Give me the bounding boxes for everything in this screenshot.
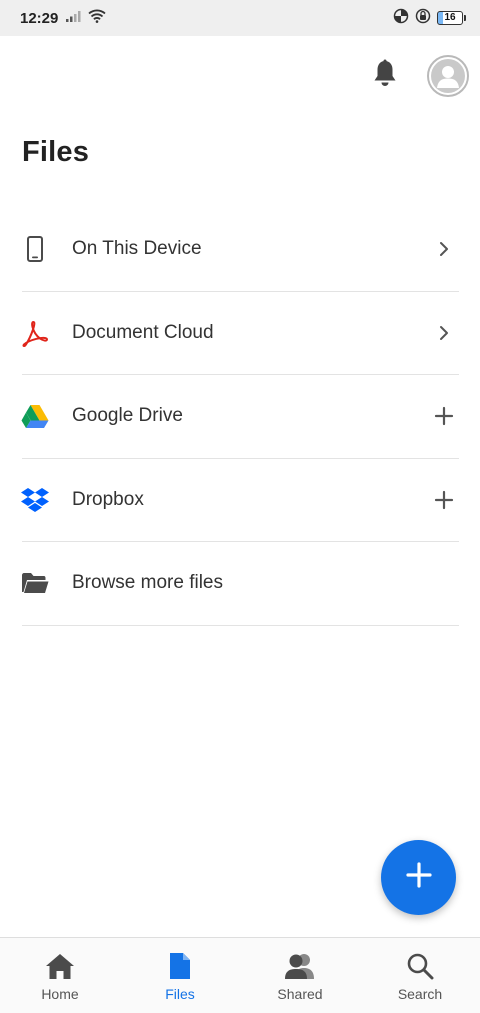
list-item-dropbox[interactable]: Dropbox <box>20 459 459 542</box>
google-drive-icon <box>20 401 50 431</box>
app-header <box>0 36 480 112</box>
nav-label: Search <box>397 986 443 1002</box>
nav-item-files[interactable]: Files <box>120 938 240 1013</box>
list-item-on-this-device[interactable]: On This Device <box>22 208 459 292</box>
data-saver-icon <box>393 8 409 29</box>
nav-item-shared[interactable]: Shared <box>240 938 360 1013</box>
dropbox-icon <box>20 485 50 515</box>
list-item-google-drive[interactable]: Google Drive <box>20 375 459 459</box>
acrobat-icon <box>20 318 50 348</box>
nav-label: Shared <box>277 986 323 1002</box>
list-item-browse-more-files[interactable]: Browse more files <box>22 542 459 626</box>
list-item-label: Dropbox <box>72 488 144 510</box>
status-bar: 12:29 16 <box>0 0 480 36</box>
list-item-document-cloud[interactable]: Document Cloud <box>20 292 459 375</box>
status-time: 12:29 <box>20 9 59 27</box>
phone-icon <box>20 234 50 264</box>
bell-icon[interactable] <box>370 58 400 90</box>
signal-icon <box>66 9 82 27</box>
search-icon <box>404 950 436 982</box>
list-item-label: Document Cloud <box>72 321 214 343</box>
status-right-icons: 16 <box>393 8 466 29</box>
status-left-icons <box>66 9 106 28</box>
plus-icon[interactable] <box>429 485 459 515</box>
nav-item-home[interactable]: Home <box>0 938 120 1013</box>
nav-label: Home <box>41 986 79 1002</box>
page-title: Files <box>22 136 90 168</box>
nav-item-search[interactable]: Search <box>360 938 480 1013</box>
nav-label: Files <box>165 986 195 1002</box>
avatar-icon <box>431 59 465 93</box>
people-icon <box>284 950 316 982</box>
home-icon <box>44 950 76 982</box>
plus-icon <box>404 860 434 895</box>
battery-icon: 16 <box>437 11 466 25</box>
bottom-nav: Home Files Shared Search <box>0 937 480 1013</box>
chevron-right-icon[interactable] <box>429 234 459 264</box>
list-item-label: Google Drive <box>72 405 183 427</box>
vpn-lock-icon <box>415 8 431 29</box>
list-item-label: On This Device <box>72 238 202 260</box>
chevron-right-icon[interactable] <box>429 318 459 348</box>
file-source-list: On This Device Document Cloud Google Dri… <box>20 208 459 626</box>
list-item-label: Browse more files <box>72 572 223 594</box>
wifi-icon <box>88 9 106 28</box>
folder-icon <box>20 568 50 598</box>
battery-level: 16 <box>437 11 463 25</box>
plus-icon[interactable] <box>429 401 459 431</box>
avatar[interactable] <box>427 55 469 97</box>
create-fab-button[interactable] <box>381 840 456 915</box>
file-icon <box>164 950 196 982</box>
